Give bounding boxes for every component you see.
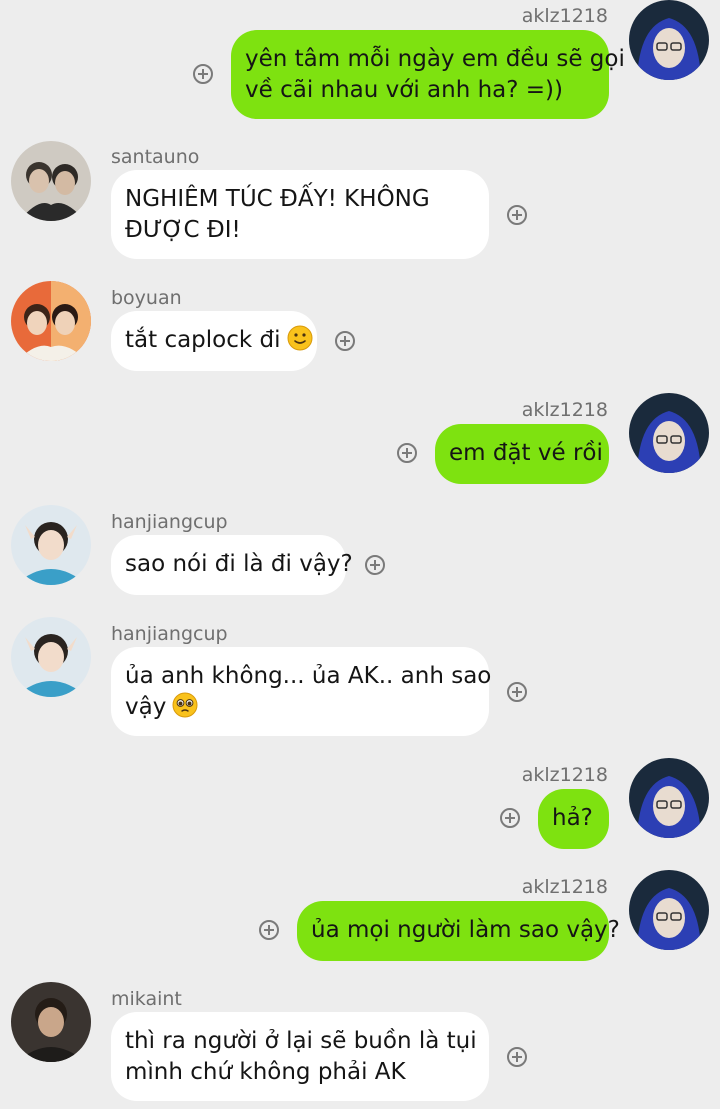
add-reaction-icon[interactable] [507, 1047, 527, 1067]
message-bubble[interactable]: em đặt vé rồi [435, 424, 609, 484]
message-bubble[interactable]: yên tâm mỗi ngày em đều sẽ gọi về cãi nh… [231, 30, 625, 119]
message-bubble[interactable]: ủa anh không... ủa AK.. anh sao vậy [111, 647, 492, 736]
message-line: ủa mọi người làm sao vậy? [311, 917, 620, 943]
message-line: về cãi nhau với anh ha? =)) [245, 77, 564, 103]
sender-name: aklz1218 [521, 876, 608, 898]
message-bubble[interactable]: sao nói đi là đi vậy? [111, 535, 353, 595]
add-reaction-icon[interactable] [500, 808, 520, 828]
add-reaction-icon[interactable] [193, 64, 213, 84]
message-line: tắt caplock đi [125, 327, 281, 353]
message-line: NGHIÊM TÚC ĐẤY! KHÔNG [125, 186, 430, 212]
message-bubble[interactable]: ủa mọi người làm sao vậy? [297, 901, 620, 961]
message-line: em đặt vé rồi [449, 440, 603, 466]
sender-name: santauno [111, 146, 200, 168]
avatar-hanjiangcup[interactable] [11, 505, 91, 585]
add-reaction-icon[interactable] [507, 682, 527, 702]
avatar-santauno[interactable] [11, 141, 91, 221]
sender-name: aklz1218 [521, 5, 608, 27]
message-line: sao nói đi là đi vậy? [125, 551, 353, 577]
message-line: ủa anh không... ủa AK.. anh sao [125, 663, 492, 689]
sender-name: aklz1218 [521, 764, 608, 786]
pleading-face-icon [172, 692, 198, 718]
avatar-hanjiangcup[interactable] [11, 617, 91, 697]
add-reaction-icon[interactable] [335, 331, 355, 351]
add-reaction-icon[interactable] [397, 443, 417, 463]
message-bubble[interactable]: NGHIÊM TÚC ĐẤY! KHÔNG ĐƯỢC ĐI! [111, 170, 489, 259]
message-line: ĐƯỢC ĐI! [125, 217, 241, 243]
sender-name: aklz1218 [521, 399, 608, 421]
add-reaction-icon[interactable] [365, 555, 385, 575]
avatar-aklz1218[interactable] [629, 0, 709, 80]
message-line: hả? [552, 805, 593, 831]
avatar-aklz1218[interactable] [629, 758, 709, 838]
message-line: thì ra người ở lại sẽ buồn là tụi [125, 1028, 477, 1054]
sender-name: hanjiangcup [111, 623, 228, 645]
slightly-smiling-face-icon [287, 325, 313, 351]
message-line: yên tâm mỗi ngày em đều sẽ gọi [245, 46, 625, 72]
sender-name: boyuan [111, 287, 182, 309]
message-bubble[interactable]: hả? [538, 789, 609, 849]
sender-name: hanjiangcup [111, 511, 228, 533]
add-reaction-icon[interactable] [507, 205, 527, 225]
avatar-boyuan[interactable] [11, 281, 91, 361]
avatar-aklz1218[interactable] [629, 870, 709, 950]
message-line: vậy [125, 694, 167, 720]
message-bubble[interactable]: thì ra người ở lại sẽ buồn là tụi mình c… [111, 1012, 489, 1101]
message-line: mình chứ không phải AK [125, 1059, 406, 1085]
add-reaction-icon[interactable] [259, 920, 279, 940]
message-bubble[interactable]: tắt caplock đi [111, 311, 317, 371]
avatar-aklz1218[interactable] [629, 393, 709, 473]
avatar-mikaint[interactable] [11, 982, 91, 1062]
sender-name: mikaint [111, 988, 182, 1010]
